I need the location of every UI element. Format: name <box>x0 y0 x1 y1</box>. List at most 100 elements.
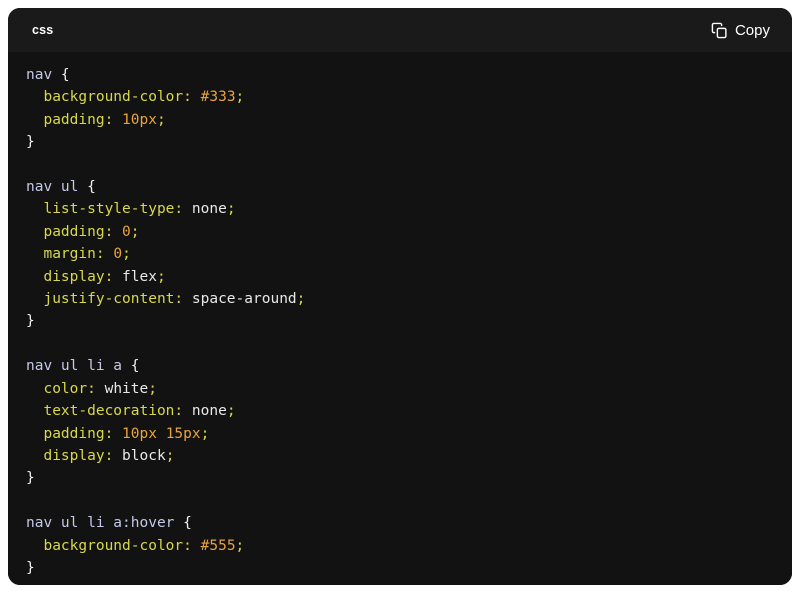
code-token-operator: : <box>95 246 114 263</box>
code-line: nav { <box>26 64 774 86</box>
code-token-value: #555 <box>200 537 236 554</box>
code-token-operator: : <box>174 201 192 218</box>
code-token-operator: ; <box>235 537 245 554</box>
code-line: margin: 0; <box>26 243 774 265</box>
code-token-operator: ; <box>156 268 166 285</box>
code-line: list-style-type: none; <box>26 198 774 220</box>
code-token-punctuation: } <box>26 313 35 330</box>
code-token-operator: : <box>183 537 201 554</box>
code-body[interactable]: nav { background-color: #333; padding: 1… <box>8 52 792 585</box>
code-token-operator: : <box>104 223 123 240</box>
code-token-operator: : <box>104 425 123 442</box>
code-token-keyword: none <box>191 403 227 420</box>
code-line: padding: 0; <box>26 221 774 243</box>
code-block-card: css Copy nav { background-color: #333; p… <box>8 8 792 585</box>
code-token-operator: : <box>183 89 201 106</box>
code-token-keyword: none <box>191 201 227 218</box>
code-line: justify-content: space-around; <box>26 288 774 310</box>
code-line: text-decoration: none; <box>26 400 774 422</box>
code-token-operator: ; <box>122 246 131 263</box>
code-token-operator: ; <box>200 425 210 442</box>
code-token-selector: nav ul <box>26 179 88 196</box>
code-token-punctuation: { <box>183 515 192 532</box>
code-line: display: flex; <box>26 266 774 288</box>
code-line: color: white; <box>26 378 774 400</box>
code-token-property: background-color <box>43 89 184 106</box>
code-token-property: background-color <box>43 537 184 554</box>
code-token-value: 0 <box>122 223 131 240</box>
code-token-operator: ; <box>148 380 157 397</box>
code-line: nav ul li a { <box>26 355 774 377</box>
code-token-value: 10px 15px <box>122 425 201 442</box>
code-token-operator: ; <box>296 291 306 308</box>
code-token-property: padding <box>43 111 105 128</box>
code-token-punctuation: } <box>26 559 35 576</box>
code-token-keyword: space-around <box>191 291 297 308</box>
copy-button[interactable]: Copy <box>705 18 776 43</box>
code-token-punctuation: } <box>26 470 35 487</box>
code-token-property: list-style-type <box>43 201 175 218</box>
code-token-property: display <box>43 447 105 464</box>
copy-icon <box>711 22 728 39</box>
code-line: padding: 10px 15px; <box>26 423 774 445</box>
code-line: nav ul li a:hover { <box>26 512 774 534</box>
code-token-keyword: white <box>104 380 149 397</box>
code-content: nav { background-color: #333; padding: 1… <box>26 64 774 579</box>
code-token-operator: : <box>174 403 192 420</box>
copy-button-label: Copy <box>734 21 770 39</box>
code-token-operator: : <box>104 447 123 464</box>
code-line: background-color: #555; <box>26 535 774 557</box>
code-token-operator: : <box>104 268 123 285</box>
code-token-operator: ; <box>226 403 236 420</box>
code-line: } <box>26 467 774 489</box>
code-token-keyword: flex <box>122 268 157 285</box>
code-token-operator: ; <box>226 201 236 218</box>
code-line: nav ul { <box>26 176 774 198</box>
code-token-value: 10px <box>122 111 157 128</box>
code-token-punctuation: { <box>87 179 96 196</box>
code-token-operator: : <box>87 380 105 397</box>
code-token-property: color <box>43 380 88 397</box>
code-line: } <box>26 310 774 332</box>
code-token-property: justify-content <box>43 291 175 308</box>
code-line: display: block; <box>26 445 774 467</box>
code-token-selector: nav <box>26 67 61 83</box>
code-token-punctuation: } <box>26 134 35 151</box>
code-line: } <box>26 131 774 153</box>
code-token-selector: nav ul li a:hover <box>26 515 184 532</box>
code-token-property: text-decoration <box>43 403 175 420</box>
code-token-property: padding <box>43 425 105 442</box>
code-token-property: padding <box>43 223 105 240</box>
code-token-operator: : <box>174 291 192 308</box>
code-token-property: margin <box>43 246 96 263</box>
language-label: css <box>32 23 54 37</box>
code-token-punctuation: { <box>130 358 140 375</box>
code-line: padding: 10px; <box>26 109 774 131</box>
code-block-header: css Copy <box>8 8 792 52</box>
code-line: background-color: #333; <box>26 86 774 108</box>
code-token-operator: ; <box>130 223 140 240</box>
code-token-value: #333 <box>200 89 236 106</box>
code-token-operator: : <box>104 111 123 128</box>
code-token-operator: ; <box>165 447 175 464</box>
code-line: } <box>26 557 774 579</box>
code-token-keyword: block <box>122 447 166 464</box>
code-token-operator: ; <box>235 89 245 106</box>
code-token-property: display <box>43 268 105 285</box>
code-token-selector: nav ul li a <box>26 358 131 375</box>
